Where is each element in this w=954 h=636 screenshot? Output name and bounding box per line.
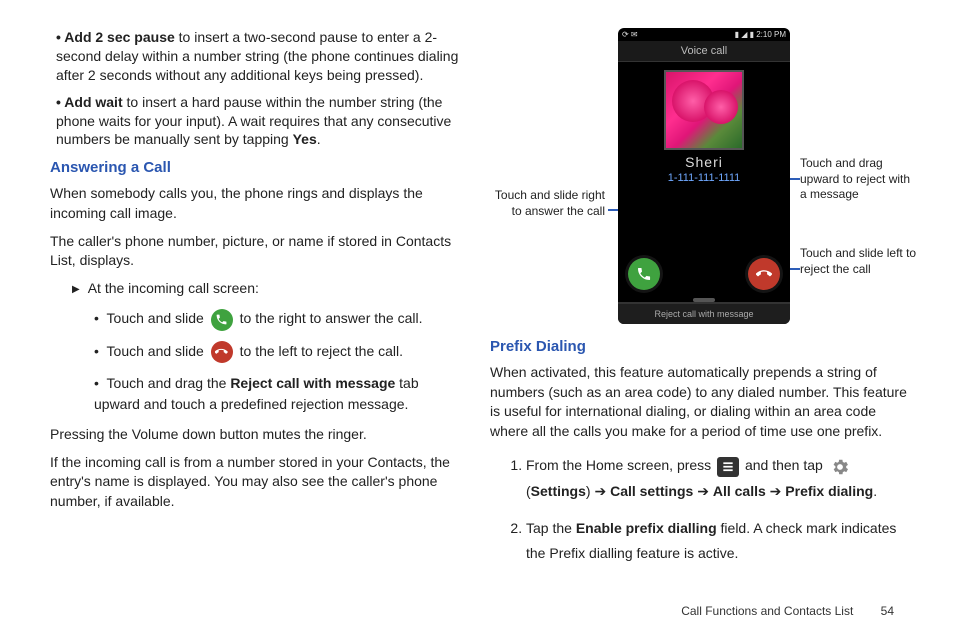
callout-reject-msg: Touch and drag upward to reject with a m… <box>800 156 920 203</box>
add-2-sec-pause-label: Add 2 sec pause <box>64 29 175 45</box>
drag-text1: Touch and drag the <box>107 375 231 391</box>
enable-prefix-label: Enable prefix dialling <box>576 520 717 536</box>
answer-button-icon <box>628 258 660 290</box>
drag-reject-item: • Touch and drag the Reject call with me… <box>94 373 460 415</box>
callout-reject: Touch and slide left to reject the call <box>800 246 920 277</box>
callout-answer: Touch and slide right to answer the call <box>490 188 605 219</box>
call-settings-label: Call settings <box>610 483 693 499</box>
step1-dot: . <box>873 483 877 499</box>
answer-p2: The caller's phone number, picture, or n… <box>50 232 460 271</box>
prefix-step-1: From the Home screen, press and then tap… <box>526 453 914 503</box>
yes-label: Yes <box>293 131 317 147</box>
all-calls-label: All calls <box>713 483 766 499</box>
voice-call-title: Voice call <box>618 41 790 62</box>
slide-left-text: to the left to reject the call. <box>240 343 403 359</box>
prefix-dialing-label: Prefix dialing <box>785 483 873 499</box>
add-wait-label: Add wait <box>64 94 122 110</box>
step1-arr2: ➔ <box>693 483 713 499</box>
contact-display-text: If the incoming call is from a number st… <box>50 453 460 512</box>
incoming-actions-list: • Touch and slide to the right to answer… <box>94 308 460 415</box>
prefix-p1: When activated, this feature automatical… <box>490 363 914 441</box>
touch-slide-text2: Touch and slide <box>107 343 204 359</box>
settings-label: Settings <box>531 483 586 499</box>
add-wait-item: Add wait to insert a hard pause within t… <box>56 93 460 150</box>
caller-number: 1-111-111-1111 <box>618 172 790 184</box>
slide-left-item: • Touch and slide to the left to reject … <box>94 341 460 363</box>
caller-photo <box>664 70 744 150</box>
menu-icon <box>717 457 739 477</box>
reject-msg-bold: Reject call with message <box>230 375 395 391</box>
slide-right-text: to the right to answer the call. <box>240 310 423 326</box>
status-right: ▮ ◢ ▮ 2:10 PM <box>735 30 786 39</box>
caller-name: Sheri <box>618 154 790 170</box>
page-body: Add 2 sec pause to insert a two-second p… <box>0 0 954 588</box>
pause-options-list: Add 2 sec pause to insert a two-second p… <box>56 28 460 149</box>
answer-p1: When somebody calls you, the phone rings… <box>50 184 460 223</box>
reject-with-message-tab: Reject call with message <box>618 302 790 324</box>
page-number: 54 <box>881 604 894 618</box>
answer-icon <box>211 309 233 331</box>
slide-right-item: • Touch and slide to the right to answer… <box>94 308 460 330</box>
answering-call-heading: Answering a Call <box>50 159 460 176</box>
step1-b: and then tap <box>745 457 827 473</box>
prefix-steps: From the Home screen, press and then tap… <box>526 453 914 566</box>
reject-icon <box>211 341 233 363</box>
add-2-sec-pause-item: Add 2 sec pause to insert a two-second p… <box>56 28 460 85</box>
step1-arr3: ➔ <box>766 483 786 499</box>
touch-slide-text: Touch and slide <box>107 310 204 326</box>
status-bar: ⟳ ✉ ▮ ◢ ▮ 2:10 PM <box>618 28 790 41</box>
left-column: Add 2 sec pause to insert a two-second p… <box>50 28 460 578</box>
gear-icon <box>829 456 851 478</box>
step1-arr1: ) ➔ <box>586 483 610 499</box>
phone-illustration: Touch and slide right to answer the call… <box>490 28 910 328</box>
add-wait-text2: . <box>317 131 321 147</box>
right-column: Touch and slide right to answer the call… <box>490 28 914 578</box>
step2-a: Tap the <box>526 520 576 536</box>
step1-a: From the Home screen, press <box>526 457 715 473</box>
call-buttons <box>618 258 790 290</box>
incoming-screen-label: At the incoming call screen: <box>72 279 460 299</box>
status-left: ⟳ ✉ <box>622 30 638 39</box>
page-footer: Call Functions and Contacts List 54 <box>681 604 894 618</box>
prefix-step-2: Tap the Enable prefix dialling field. A … <box>526 516 914 566</box>
mute-ringer-text: Pressing the Volume down button mutes th… <box>50 425 460 445</box>
phone-mock: ⟳ ✉ ▮ ◢ ▮ 2:10 PM Voice call Sheri 1-111… <box>618 28 790 324</box>
prefix-dialing-heading: Prefix Dialing <box>490 338 914 355</box>
chapter-title: Call Functions and Contacts List <box>681 604 853 618</box>
reject-button-icon <box>748 258 780 290</box>
